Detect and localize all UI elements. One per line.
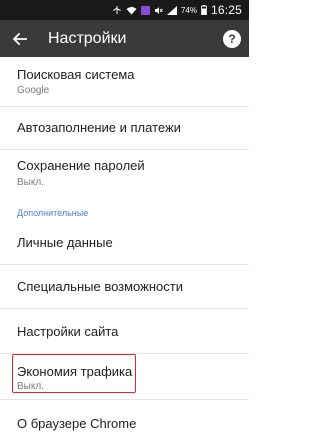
setting-label: Поисковая система <box>17 67 135 82</box>
clock: 16:25 <box>210 3 242 17</box>
setting-value: Выкл. <box>17 381 44 392</box>
setting-label: Специальные возможности <box>17 279 183 294</box>
setting-accessibility[interactable]: Специальные возможности <box>0 265 249 309</box>
wifi-icon <box>126 6 137 15</box>
back-button[interactable] <box>2 20 38 57</box>
mute-icon <box>154 6 163 15</box>
setting-site-settings[interactable]: Настройки сайта <box>0 309 249 354</box>
setting-label: О браузере Chrome <box>17 416 137 431</box>
page-title: Настройки <box>48 29 127 47</box>
notification-icon <box>140 5 150 15</box>
battery-percent: 74% <box>180 5 197 15</box>
setting-label: Экономия трафика <box>17 364 133 379</box>
setting-personal-data[interactable]: Личные данные <box>0 222 249 265</box>
setting-data-saver[interactable]: Экономия трафика Выкл. <box>0 354 249 400</box>
setting-label: Сохранение паролей <box>17 158 145 173</box>
setting-value: Google <box>17 85 50 96</box>
setting-search-engine[interactable]: Поисковая система Google <box>0 57 249 107</box>
section-header-advanced: Дополнительные <box>17 208 89 218</box>
app-toolbar: Настройки ? <box>0 20 249 57</box>
setting-value: Выкл. <box>17 177 44 188</box>
setting-label: Автозаполнение и платежи <box>17 120 181 135</box>
usb-icon <box>112 5 122 15</box>
battery-icon <box>201 5 207 15</box>
setting-label: Настройки сайта <box>17 324 119 339</box>
setting-autofill-payments[interactable]: Автозаполнение и платежи <box>0 107 249 150</box>
setting-label: Личные данные <box>17 235 113 250</box>
signal-icon <box>166 5 177 15</box>
status-bar: 74% 16:25 <box>0 0 249 20</box>
help-button[interactable]: ? <box>223 29 241 48</box>
setting-save-passwords[interactable]: Сохранение паролей Выкл. <box>0 150 249 200</box>
arrow-left-icon <box>13 32 27 45</box>
setting-about-chrome[interactable]: О браузере Chrome <box>0 400 249 444</box>
